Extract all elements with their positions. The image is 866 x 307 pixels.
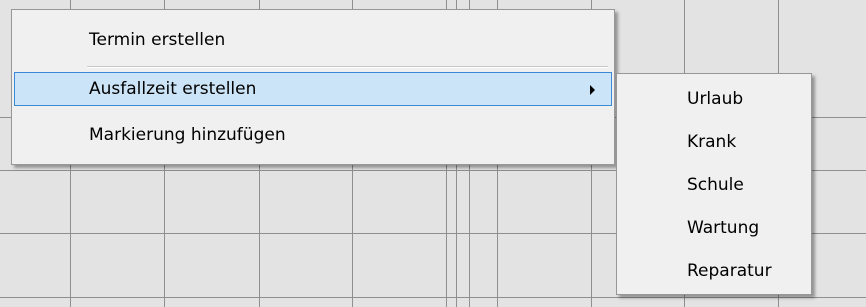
menu-item-label: Markierung hinzufügen: [89, 124, 286, 145]
menu-item-label: Schule: [687, 174, 744, 195]
menu-item-markierung-hinzufuegen[interactable]: Markierung hinzufügen: [14, 118, 612, 152]
submenu-item-schule[interactable]: Schule: [619, 168, 809, 202]
context-menu: Termin erstellen Ausfallzeit erstellen M…: [11, 9, 615, 165]
menu-item-label: Reparatur: [687, 260, 772, 281]
menu-item-label: Krank: [687, 131, 737, 152]
menu-item-label: Termin erstellen: [89, 29, 226, 50]
submenu-item-wartung[interactable]: Wartung: [619, 211, 809, 245]
submenu-item-krank[interactable]: Krank: [619, 125, 809, 159]
menu-item-label: Urlaub: [687, 88, 744, 109]
submenu: Urlaub Krank Schule Wartung Reparatur: [616, 73, 812, 295]
menu-item-label: Ausfallzeit erstellen: [89, 78, 257, 99]
submenu-item-urlaub[interactable]: Urlaub: [619, 82, 809, 116]
menu-item-label: Wartung: [687, 217, 760, 238]
submenu-item-reparatur[interactable]: Reparatur: [619, 254, 809, 288]
menu-separator: [87, 66, 608, 68]
menu-item-termin-erstellen[interactable]: Termin erstellen: [14, 23, 612, 57]
grid-line: [0, 297, 866, 298]
submenu-arrow-icon: [590, 85, 595, 95]
menu-item-ausfallzeit-erstellen[interactable]: Ausfallzeit erstellen: [14, 72, 612, 106]
